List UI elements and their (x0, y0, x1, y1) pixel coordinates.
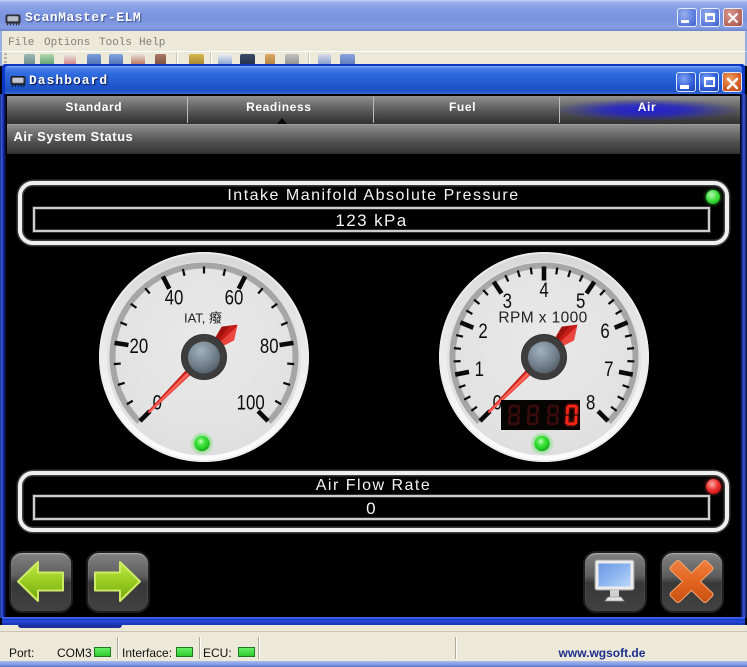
svg-text:4: 4 (539, 279, 549, 302)
svg-text:80: 80 (260, 335, 279, 358)
svg-text:RPM x 1000: RPM x 1000 (498, 310, 587, 327)
svg-text:2: 2 (478, 320, 487, 343)
svg-text:8: 8 (586, 392, 595, 415)
svg-text:6: 6 (600, 320, 609, 343)
svg-text:100: 100 (237, 392, 265, 415)
svg-text:7: 7 (604, 358, 613, 381)
svg-text:60: 60 (225, 287, 244, 310)
svg-text:40: 40 (165, 287, 184, 310)
svg-text:IAT, 癈: IAT, 癈 (184, 311, 222, 326)
svg-text:20: 20 (129, 335, 148, 358)
svg-text:1: 1 (475, 358, 484, 381)
